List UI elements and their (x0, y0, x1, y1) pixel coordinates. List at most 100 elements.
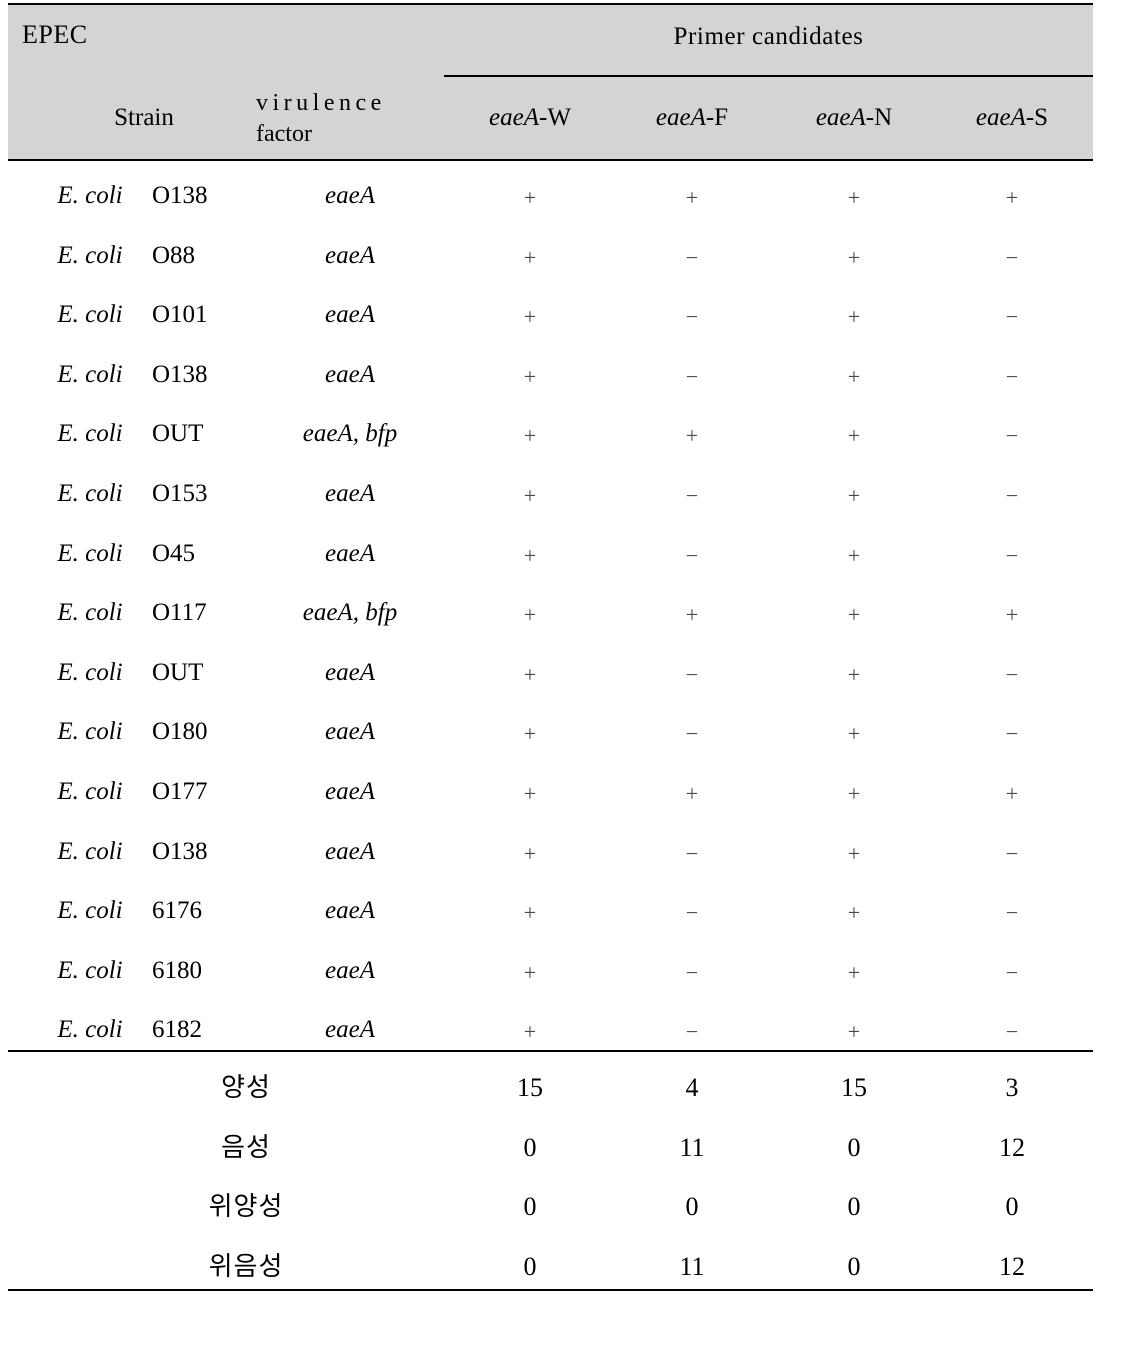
cell-species: E. coli (57, 897, 123, 925)
summary-value: 12 (999, 1132, 1025, 1162)
cell-virulence-factor: eaeA (325, 539, 375, 567)
cell-virulence-factor: eaeA (325, 718, 375, 746)
cell-virulence-factor: eaeA (325, 778, 375, 805)
summary-value: 15 (841, 1073, 867, 1102)
cell-virulence-factor: eaeA (325, 658, 375, 686)
cell-result-negative: − (685, 304, 699, 330)
cell-species: E. coli (57, 778, 123, 805)
cell-strain: O45 (152, 539, 196, 567)
cell-result-positive: + (847, 602, 861, 628)
cell-result-positive: + (523, 721, 537, 747)
table-row: E. coli O180 eaeA + − + − (0, 719, 1133, 779)
cell-species: E. coli (57, 420, 123, 448)
cell-result-negative: − (685, 1019, 699, 1045)
cell-species: E. coli (57, 182, 123, 209)
table-row: E. coli O138 eaeA + + + + (0, 183, 1133, 243)
table-row: E. coli OUT eaeA, bfp + + + − (0, 421, 1133, 481)
cell-result-positive: + (847, 661, 861, 687)
summary-row: 위음성 0 11 0 12 (0, 1251, 1133, 1314)
virulence-line-2: factor (256, 121, 312, 148)
table-row: E. coli O117 eaeA, bfp + + + + (0, 600, 1133, 660)
cell-strain: OUT (152, 420, 204, 448)
cell-result-positive: + (847, 423, 861, 449)
cell-species: E. coli (57, 241, 123, 269)
summary-value: 0 (847, 1251, 861, 1281)
cell-strain: OUT (152, 658, 204, 686)
table-row: E. coli 6182 eaeA + − + − (0, 1017, 1133, 1077)
summary-value: 0 (523, 1192, 537, 1221)
column-header-primer-2: eaeA-F (611, 105, 773, 130)
table-row: E. coli 6176 eaeA + − + − (0, 898, 1133, 958)
cell-virulence-factor: eaeA (325, 182, 375, 209)
cell-result-positive: + (523, 959, 537, 985)
column-header-virulence-factor: virulence factor (256, 88, 444, 150)
cell-strain: O88 (152, 241, 196, 269)
table-figure: EPEC Primer candidates Strain virulence … (0, 0, 1133, 1362)
cell-species: E. coli (57, 480, 123, 507)
cell-species: E. coli (57, 360, 123, 388)
cell-strain: 6176 (152, 897, 202, 925)
cell-result-positive: + (847, 959, 861, 985)
summary-label: 위음성 (208, 1251, 284, 1281)
summary-row: 위양성 0 0 0 0 (0, 1194, 1133, 1254)
cell-strain: O153 (152, 480, 208, 507)
cell-species: E. coli (57, 539, 123, 567)
cell-result-negative: − (1005, 304, 1019, 330)
table-row: E. coli 6180 eaeA + − + − (0, 958, 1133, 1018)
cell-virulence-factor: eaeA (325, 897, 375, 925)
cell-result-negative: − (685, 900, 699, 926)
cell-result-positive: + (523, 483, 537, 508)
column-header-primer-3: eaeA-N (773, 105, 935, 130)
cell-result-positive: + (523, 244, 537, 270)
cell-result-positive: + (847, 900, 861, 926)
cell-result-negative: − (1005, 1019, 1019, 1045)
summary-value: 0 (523, 1132, 537, 1162)
cell-result-positive: + (523, 661, 537, 687)
cell-virulence-factor: eaeA, bfp (302, 420, 398, 448)
cell-species: E. coli (57, 718, 123, 746)
cell-species: E. coli (57, 301, 123, 329)
cell-result-negative: − (1005, 363, 1019, 389)
table-row: E. coli O101 eaeA + − + − (0, 302, 1133, 362)
cell-result-negative: − (1005, 721, 1019, 747)
cell-result-negative: − (685, 661, 699, 687)
cell-result-positive: + (1005, 602, 1019, 628)
cell-strain: O101 (152, 301, 208, 329)
cell-result-positive: + (523, 840, 537, 866)
cell-strain: O117 (152, 599, 207, 627)
cell-virulence-factor: eaeA (325, 837, 375, 865)
cell-strain: 6180 (152, 956, 202, 984)
cell-strain: O177 (152, 778, 208, 805)
cell-species: E. coli (57, 956, 123, 984)
cell-virulence-factor: eaeA (325, 241, 375, 269)
cell-result-negative: − (1005, 542, 1019, 568)
primer-gene-name: eaeA (655, 104, 706, 131)
cell-result-positive: + (847, 542, 861, 568)
cell-virulence-factor: eaeA (325, 1016, 375, 1044)
cell-result-positive: + (523, 602, 537, 628)
cell-result-negative: − (1005, 959, 1019, 985)
cell-species: E. coli (57, 658, 123, 686)
primer-suffix: -S (1025, 104, 1049, 131)
cell-result-positive: + (523, 423, 537, 449)
cell-species: E. coli (57, 837, 123, 865)
summary-value: 0 (685, 1192, 699, 1221)
cell-result-negative: − (1005, 900, 1019, 926)
summary-value: 0 (847, 1192, 861, 1221)
cell-result-positive: + (1005, 781, 1019, 806)
cell-result-positive: + (847, 363, 861, 389)
summary-value: 0 (523, 1251, 537, 1281)
cell-result-positive: + (523, 781, 537, 806)
cell-result-negative: − (685, 721, 699, 747)
corner-label-epec: EPEC (22, 20, 88, 49)
cell-result-positive: + (847, 304, 861, 330)
cell-virulence-factor: eaeA (325, 956, 375, 984)
cell-result-positive: + (523, 1019, 537, 1045)
cell-result-negative: − (1005, 483, 1019, 508)
cell-result-positive: + (685, 781, 699, 806)
cell-strain: O138 (152, 360, 208, 388)
primer-gene-name: eaeA (975, 104, 1026, 131)
cell-result-negative: − (685, 244, 699, 270)
cell-result-positive: + (685, 423, 699, 449)
cell-strain: O138 (152, 182, 208, 209)
